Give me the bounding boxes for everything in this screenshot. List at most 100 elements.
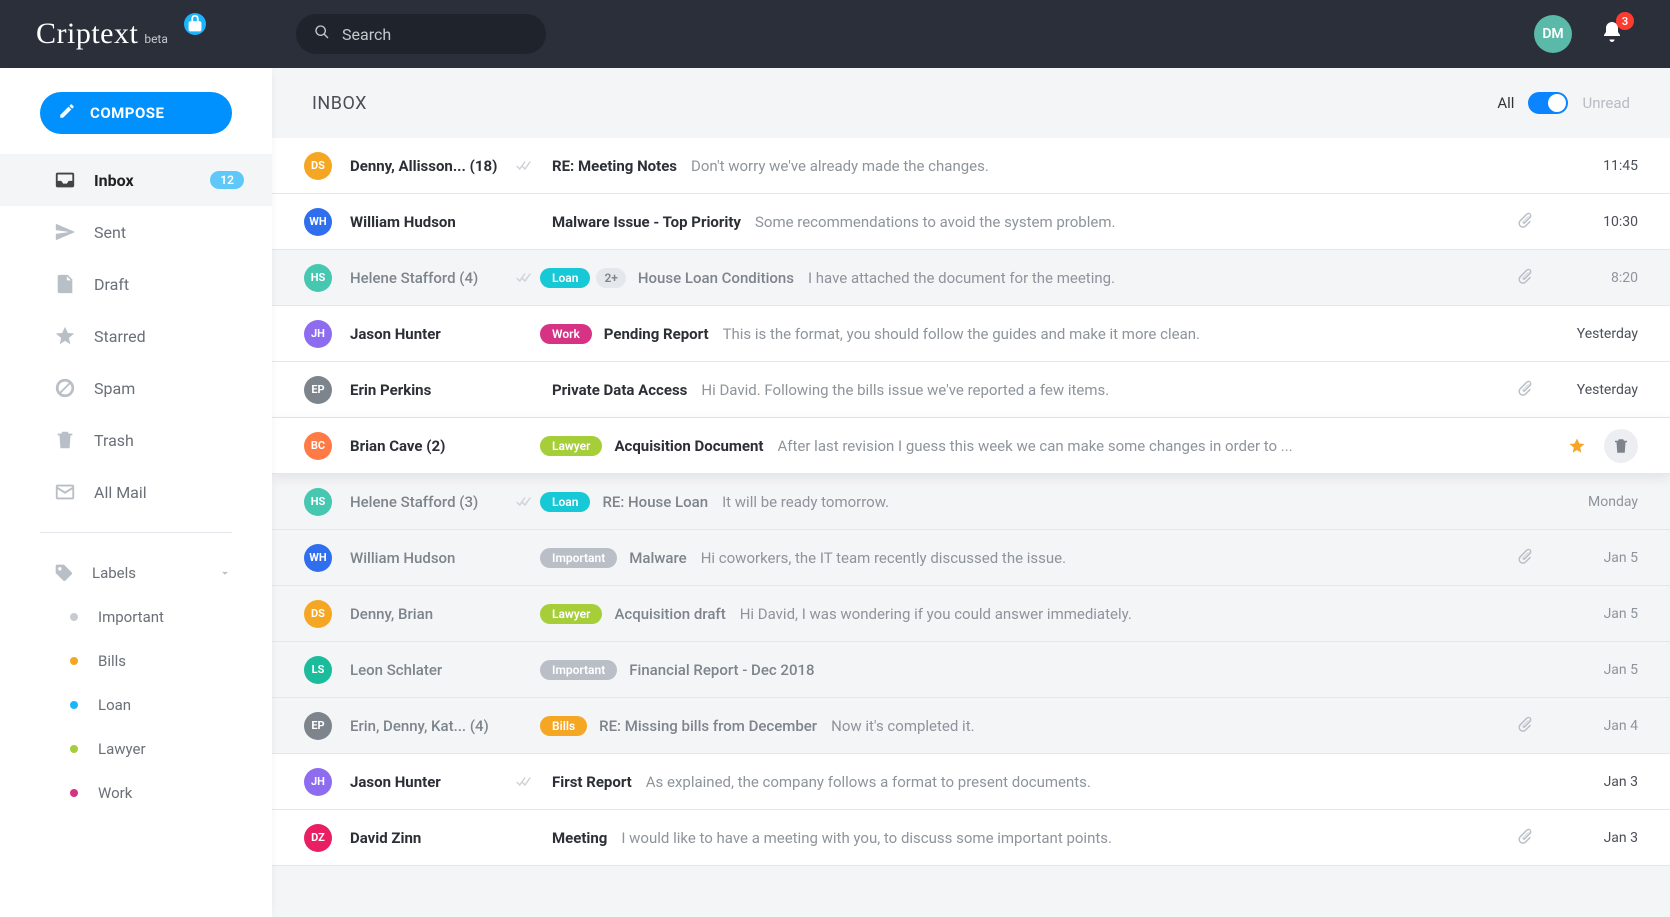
email-tags: Loan 2+	[540, 268, 626, 288]
label-text: Work	[98, 784, 132, 802]
sidebar-item-sent[interactable]: Sent	[0, 206, 272, 258]
tag-count: 2+	[596, 268, 625, 288]
tag-pill: Loan	[540, 268, 590, 288]
email-preview: Now it's completed it.	[831, 717, 1504, 735]
filter-unread[interactable]: Unread	[1582, 94, 1630, 112]
sidebar-item-all-mail[interactable]: All Mail	[0, 466, 272, 518]
email-tags: Work	[540, 324, 592, 344]
sidebar-separator	[40, 532, 232, 533]
email-sender: Denny, Allisson... (18)	[350, 157, 510, 175]
email-row[interactable]: WH William Hudson Important Malware Hi c…	[272, 530, 1670, 586]
label-bills[interactable]: Bills	[0, 639, 272, 683]
email-preview: Some recommendations to avoid the system…	[755, 213, 1504, 231]
email-subject: Acquisition Document	[614, 437, 763, 455]
email-subject: RE: Meeting Notes	[552, 157, 677, 175]
sender-avatar: BC	[304, 432, 332, 460]
sender-avatar: LS	[304, 656, 332, 684]
email-row[interactable]: EP Erin Perkins Private Data Access Hi D…	[272, 362, 1670, 418]
star-button[interactable]	[1560, 429, 1594, 463]
inbox-icon	[54, 169, 76, 191]
email-row[interactable]: HS Helene Stafford (4) Loan2+ House Loan…	[272, 250, 1670, 306]
email-row[interactable]: DS Denny, Allisson... (18) RE: Meeting N…	[272, 138, 1670, 194]
label-important[interactable]: Important	[0, 595, 272, 639]
sender-avatar: DS	[304, 600, 332, 628]
email-list: DS Denny, Allisson... (18) RE: Meeting N…	[272, 138, 1670, 917]
email-preview: After last revision I guess this week we…	[778, 437, 1550, 455]
email-time: Yesterday	[1548, 382, 1638, 398]
email-time: Jan 5	[1548, 606, 1638, 622]
sender-avatar: HS	[304, 264, 332, 292]
labels-header[interactable]: Labels	[0, 551, 272, 595]
read-check-icon	[510, 496, 540, 508]
tag-pill: Bills	[540, 716, 587, 736]
sidebar-item-inbox[interactable]: Inbox 12	[0, 154, 272, 206]
email-row[interactable]: BC Brian Cave (2) Lawyer Acquisition Doc…	[272, 418, 1670, 474]
draft-icon	[54, 273, 76, 295]
search-input[interactable]	[340, 24, 528, 45]
logo-beta: beta	[144, 32, 168, 46]
filter-all[interactable]: All	[1497, 94, 1514, 112]
email-row[interactable]: LS Leon Schlater Important Financial Rep…	[272, 642, 1670, 698]
email-time: Jan 5	[1548, 550, 1638, 566]
sender-avatar: DZ	[304, 824, 332, 852]
sidebar-item-label: Trash	[94, 431, 134, 450]
email-time: Monday	[1548, 494, 1638, 510]
sidebar: COMPOSE Inbox 12 Sent Draft Starred Spam…	[0, 68, 272, 917]
label-lawyer[interactable]: Lawyer	[0, 727, 272, 771]
sidebar-item-spam[interactable]: Spam	[0, 362, 272, 414]
trash-icon	[54, 429, 76, 451]
sender-avatar: JH	[304, 320, 332, 348]
sidebar-item-trash[interactable]: Trash	[0, 414, 272, 466]
read-check-icon	[510, 272, 540, 284]
attachment-icon	[1516, 827, 1538, 849]
tag-pill: Work	[540, 324, 592, 344]
label-dot	[70, 701, 78, 709]
email-time: 10:30	[1548, 214, 1638, 230]
email-row[interactable]: DZ David Zinn Meeting I would like to ha…	[272, 810, 1670, 866]
tag-pill: Important	[540, 660, 617, 680]
delete-button[interactable]	[1604, 429, 1638, 463]
label-work[interactable]: Work	[0, 771, 272, 815]
compose-button[interactable]: COMPOSE	[40, 92, 232, 134]
tag-pill: Important	[540, 548, 617, 568]
email-time: 8:20	[1548, 270, 1638, 286]
notifications-button[interactable]: 3	[1600, 20, 1624, 48]
email-time: Jan 4	[1548, 718, 1638, 734]
sender-avatar: EP	[304, 376, 332, 404]
attachment-icon	[1516, 211, 1538, 233]
email-row[interactable]: DS Denny, Brian Lawyer Acquisition draft…	[272, 586, 1670, 642]
email-sender: Helene Stafford (4)	[350, 269, 510, 287]
email-row[interactable]: JH Jason Hunter First Report As explaine…	[272, 754, 1670, 810]
email-row[interactable]: EP Erin, Denny, Kat... (4) Bills RE: Mis…	[272, 698, 1670, 754]
email-preview: It will be ready tomorrow.	[722, 493, 1504, 511]
email-subject: First Report	[552, 773, 632, 791]
email-tags: Bills	[540, 716, 587, 736]
spam-icon	[54, 377, 76, 399]
topbar: Criptext beta DM 3	[0, 0, 1670, 68]
email-row[interactable]: WH William Hudson Malware Issue - Top Pr…	[272, 194, 1670, 250]
chevron-down-icon	[218, 566, 232, 580]
label-dot	[70, 657, 78, 665]
filter-switch[interactable]	[1528, 92, 1568, 114]
email-tags: Lawyer	[540, 436, 602, 456]
sidebar-item-draft[interactable]: Draft	[0, 258, 272, 310]
email-subject: Financial Report - Dec 2018	[629, 661, 814, 679]
email-time: Yesterday	[1548, 326, 1638, 342]
user-avatar[interactable]: DM	[1534, 15, 1572, 53]
email-preview: Hi coworkers, the IT team recently discu…	[701, 549, 1504, 567]
label-loan[interactable]: Loan	[0, 683, 272, 727]
label-text: Loan	[98, 696, 131, 714]
read-check-icon	[510, 160, 540, 172]
search-box[interactable]	[296, 14, 546, 54]
email-time: Jan 3	[1548, 830, 1638, 846]
email-sender: Brian Cave (2)	[350, 437, 510, 455]
email-time: 11:45	[1548, 158, 1638, 174]
sidebar-item-starred[interactable]: Starred	[0, 310, 272, 362]
email-row[interactable]: HS Helene Stafford (3) Loan RE: House Lo…	[272, 474, 1670, 530]
label-dot	[70, 745, 78, 753]
sidebar-item-label: All Mail	[94, 483, 147, 502]
compose-label: COMPOSE	[90, 104, 164, 122]
email-sender: Erin, Denny, Kat... (4)	[350, 717, 510, 735]
email-row[interactable]: JH Jason Hunter Work Pending Report This…	[272, 306, 1670, 362]
sidebar-item-label: Spam	[94, 379, 135, 398]
